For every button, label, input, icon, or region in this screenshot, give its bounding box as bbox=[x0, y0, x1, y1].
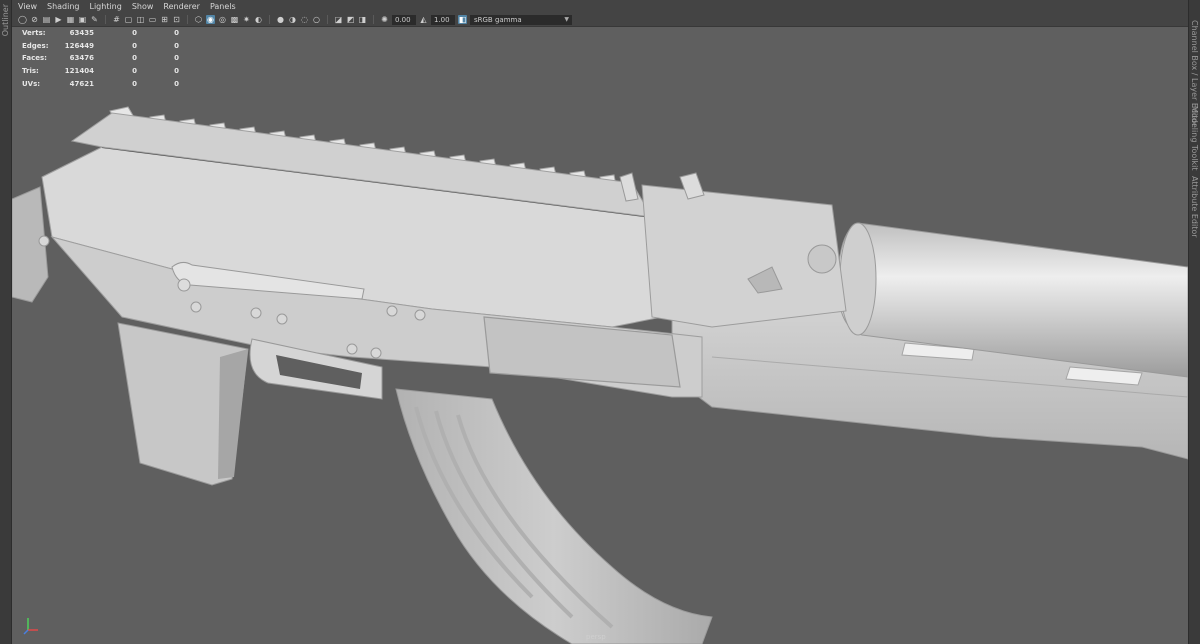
panel-menu-bar: View Shading Lighting Show Renderer Pane… bbox=[12, 0, 1188, 13]
menu-shading[interactable]: Shading bbox=[47, 2, 80, 11]
hud-row-edges: Edges: 126449 0 0 bbox=[22, 40, 179, 53]
depth-of-field-icon[interactable]: ○ bbox=[312, 15, 321, 24]
outliner-tab[interactable]: Outliner bbox=[0, 0, 12, 644]
menu-renderer[interactable]: Renderer bbox=[163, 2, 200, 11]
view-transform-dropdown[interactable]: sRGB gamma ▼ bbox=[470, 14, 572, 25]
hud-value: 0 bbox=[174, 79, 179, 88]
hud-label: UVs: bbox=[22, 79, 41, 88]
smooth-shade-icon[interactable]: ◉ bbox=[206, 15, 215, 24]
panel-toolbar: ◯ ⊘ ▤ ▶ ▦ ▣ ✎ # ▢ ◫ ▭ ⊞ ⊡ ⬡ ◉ ◎ ▩ ✷ ◐ ● … bbox=[12, 13, 1188, 27]
hud-row-faces: Faces: 63476 0 0 bbox=[22, 52, 179, 65]
xray-joints-icon[interactable]: ◨ bbox=[358, 15, 367, 24]
gamma-icon[interactable]: ◭ bbox=[419, 15, 428, 24]
image-plane-icon[interactable]: ▦ bbox=[66, 15, 75, 24]
hud-value: 0 bbox=[132, 54, 137, 63]
hud-value: 63435 bbox=[69, 29, 94, 38]
hud-label: Faces: bbox=[22, 54, 47, 63]
toolbar-divider bbox=[373, 15, 374, 24]
hud-value: 47621 bbox=[69, 79, 94, 88]
exposure-icon[interactable]: ✺ bbox=[380, 15, 389, 24]
film-gate-icon[interactable]: ▢ bbox=[124, 15, 133, 24]
select-camera-icon[interactable]: ◯ bbox=[18, 15, 27, 24]
outliner-tab-label: Outliner bbox=[1, 4, 10, 37]
hud-value: 0 bbox=[132, 79, 137, 88]
view-transform-value: sRGB gamma bbox=[474, 15, 522, 24]
texture-icon[interactable]: ▩ bbox=[230, 15, 239, 24]
poly-count-hud: Verts: 63435 0 0 Edges: 126449 0 0 Faces… bbox=[22, 27, 179, 90]
motion-blur-icon[interactable]: ◑ bbox=[288, 15, 297, 24]
light-icon[interactable]: ✷ bbox=[242, 15, 251, 24]
menu-view[interactable]: View bbox=[18, 2, 37, 11]
hud-value: 63476 bbox=[69, 54, 94, 63]
shadow-icon[interactable]: ◐ bbox=[254, 15, 263, 24]
two-d-pan-icon[interactable]: ▣ bbox=[78, 15, 87, 24]
perspective-viewport[interactable]: Verts: 63435 0 0 Edges: 126449 0 0 Faces… bbox=[12, 27, 1188, 644]
gate-mask-icon[interactable]: ▭ bbox=[148, 15, 157, 24]
chevron-down-icon: ▼ bbox=[564, 15, 569, 23]
hud-value: 126449 bbox=[64, 41, 94, 50]
xray-icon[interactable]: ◩ bbox=[346, 15, 355, 24]
hud-value: 0 bbox=[174, 41, 179, 50]
toolbar-divider bbox=[187, 15, 188, 24]
anti-alias-icon[interactable]: ◌ bbox=[300, 15, 309, 24]
axis-gizmo-icon bbox=[23, 618, 38, 635]
field-chart-icon[interactable]: ⊞ bbox=[160, 15, 169, 24]
hud-label: Verts: bbox=[22, 29, 46, 38]
grid-icon[interactable]: # bbox=[112, 15, 121, 24]
camera-icon[interactable]: ▶ bbox=[54, 15, 63, 24]
modeling-toolkit-tab[interactable]: Modeling Toolkit bbox=[1190, 106, 1199, 170]
menu-lighting[interactable]: Lighting bbox=[89, 2, 121, 11]
hud-row-uvs: UVs: 47621 0 0 bbox=[22, 77, 179, 90]
attribute-editor-tab[interactable]: Attribute Editor bbox=[1190, 176, 1199, 238]
ambient-occlusion-icon[interactable]: ● bbox=[276, 15, 285, 24]
hud-label: Tris: bbox=[22, 67, 39, 76]
hud-value: 0 bbox=[132, 41, 137, 50]
hud-row-verts: Verts: 63435 0 0 bbox=[22, 27, 179, 40]
exposure-field[interactable] bbox=[392, 14, 416, 25]
hud-value: 0 bbox=[174, 67, 179, 76]
lock-camera-icon[interactable]: ⊘ bbox=[30, 15, 39, 24]
hud-value: 0 bbox=[174, 54, 179, 63]
toolbar-divider bbox=[105, 15, 106, 24]
camera-name-label: persp bbox=[586, 633, 606, 641]
hud-value: 0 bbox=[132, 67, 137, 76]
toolbar-divider bbox=[269, 15, 270, 24]
toolbar-divider bbox=[327, 15, 328, 24]
resolution-gate-icon[interactable]: ◫ bbox=[136, 15, 145, 24]
menu-show[interactable]: Show bbox=[132, 2, 154, 11]
gamma-field[interactable] bbox=[431, 14, 455, 25]
wireframe-icon[interactable]: ⬡ bbox=[194, 15, 203, 24]
hud-value: 121404 bbox=[64, 67, 94, 76]
hud-label: Edges: bbox=[22, 41, 49, 50]
hud-value: 0 bbox=[132, 29, 137, 38]
safe-action-icon[interactable]: ⊡ bbox=[172, 15, 181, 24]
hud-row-tris: Tris: 121404 0 0 bbox=[22, 65, 179, 78]
wireframe-on-shaded-icon[interactable]: ◎ bbox=[218, 15, 227, 24]
isolate-select-icon[interactable]: ◪ bbox=[334, 15, 343, 24]
rifle-model bbox=[12, 106, 1188, 644]
hud-value: 0 bbox=[174, 29, 179, 38]
color-management-icon[interactable]: ◧ bbox=[458, 15, 467, 24]
menu-panels[interactable]: Panels bbox=[210, 2, 236, 11]
right-panel-tabs: Channel Box / Layer Editor Modeling Tool… bbox=[1188, 0, 1200, 644]
grease-pencil-icon[interactable]: ✎ bbox=[90, 15, 99, 24]
bookmark-icon[interactable]: ▤ bbox=[42, 15, 51, 24]
